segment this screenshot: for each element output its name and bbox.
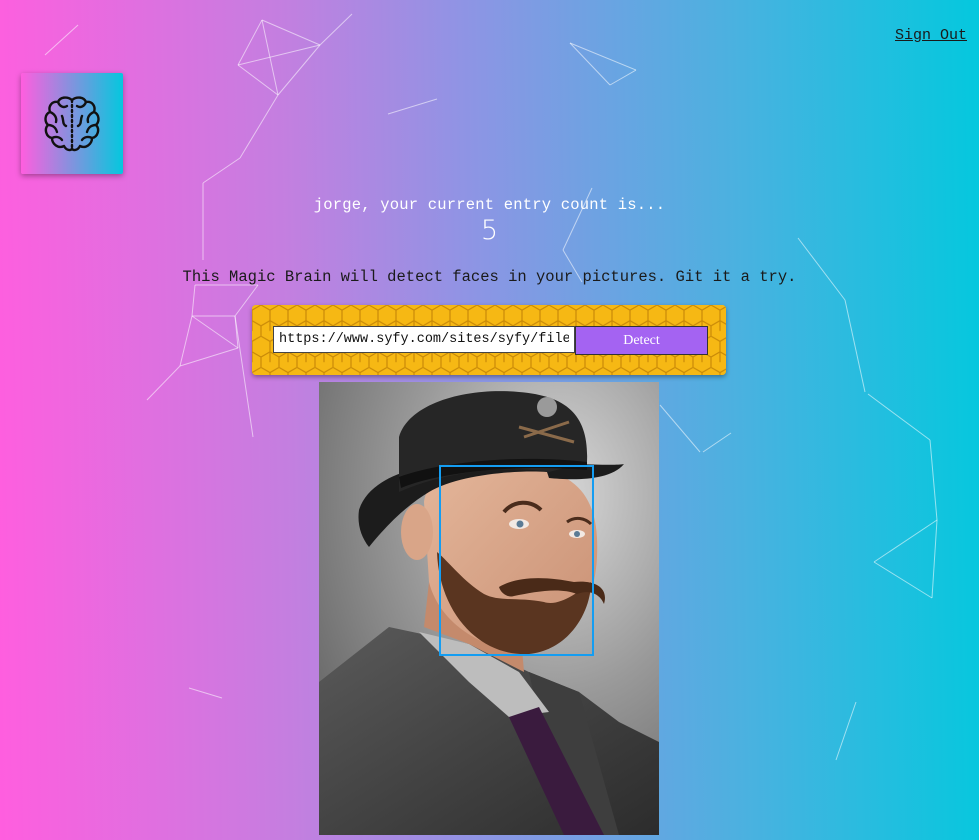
sign-out-link[interactable]: Sign Out bbox=[895, 27, 967, 44]
tagline: This Magic Brain will detect faces in yo… bbox=[182, 268, 797, 286]
entry-count: 5 bbox=[480, 215, 499, 246]
rank-display: jorge, your current entry count is... 5 bbox=[0, 196, 979, 248]
face-bounding-box bbox=[439, 465, 594, 656]
detect-button[interactable]: Detect bbox=[575, 326, 708, 355]
logo bbox=[21, 73, 123, 174]
rank-message: jorge, your current entry count is... bbox=[313, 196, 666, 214]
brain-icon bbox=[44, 95, 100, 151]
image-url-input[interactable] bbox=[273, 326, 575, 353]
input-image bbox=[319, 382, 659, 835]
image-link-form: Detect bbox=[252, 305, 726, 375]
